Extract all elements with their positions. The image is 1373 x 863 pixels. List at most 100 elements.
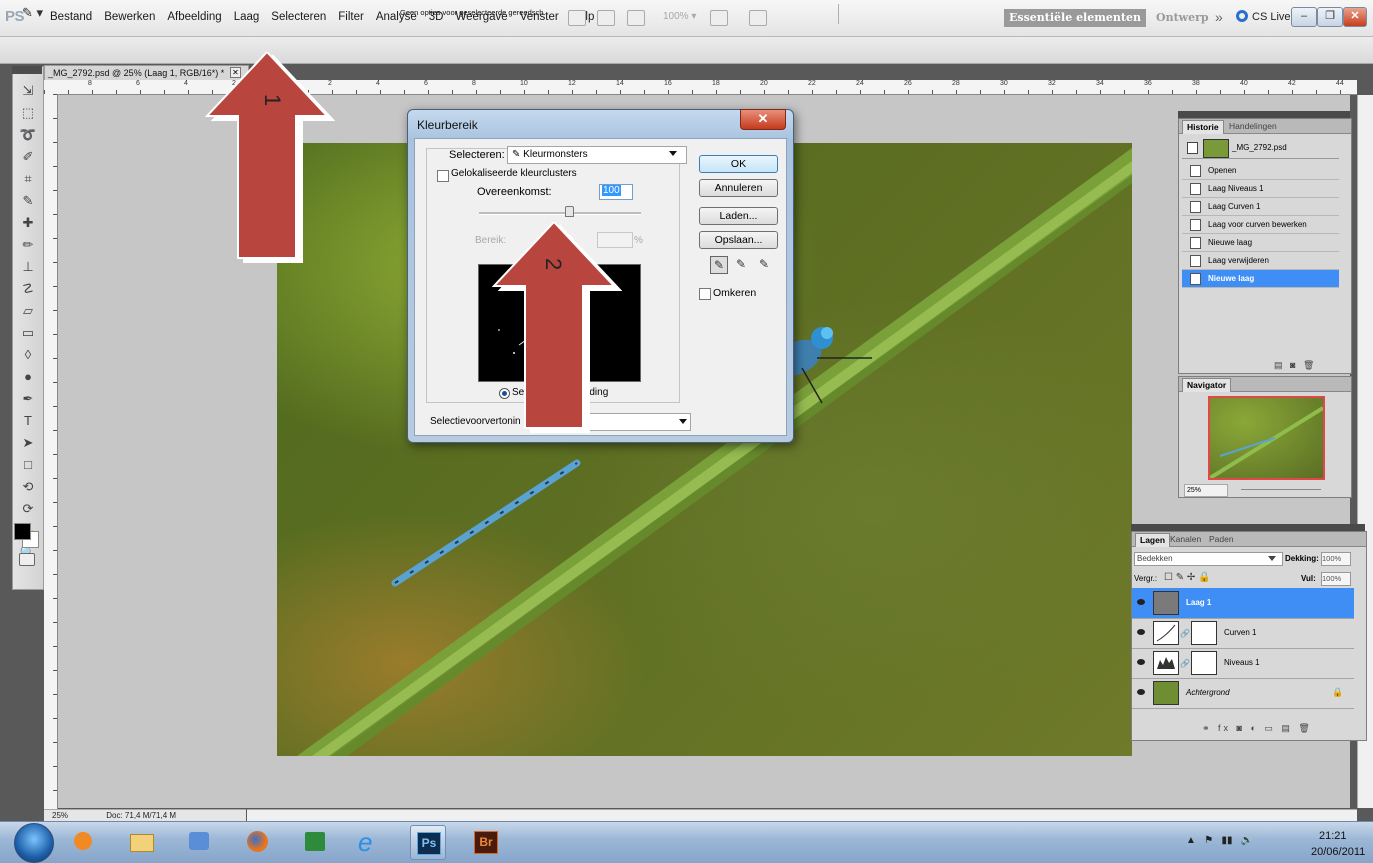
- restore-button[interactable]: ❐: [1317, 7, 1343, 27]
- tab-historie[interactable]: Historie: [1182, 120, 1224, 134]
- fill-input[interactable]: 100%: [1321, 572, 1351, 586]
- mini-bridge-icon[interactable]: [597, 10, 615, 26]
- zoom-level-dropdown[interactable]: 100% ▾: [663, 11, 696, 22]
- start-button[interactable]: [14, 823, 54, 863]
- invert-checkbox[interactable]: [699, 288, 711, 300]
- menu-bewerken[interactable]: Bewerken: [98, 11, 161, 23]
- visibility-eye-icon[interactable]: [1137, 689, 1145, 695]
- tab-navigator[interactable]: Navigator: [1182, 378, 1232, 392]
- blend-mode-dropdown[interactable]: Bedekken: [1134, 552, 1283, 566]
- history-brush-tool-icon[interactable]: ☡: [17, 279, 39, 298]
- taskbar-photo-gallery[interactable]: [182, 825, 216, 858]
- select-dropdown-arrow-icon[interactable]: [669, 151, 677, 156]
- history-panel-grip[interactable]: [1178, 111, 1350, 118]
- dodge-tool-icon[interactable]: ●: [17, 367, 39, 386]
- fuzziness-value[interactable]: 100: [602, 185, 621, 196]
- layer-row-curven-1[interactable]: 🔗 Curven 1: [1132, 618, 1354, 649]
- eyedropper-icon[interactable]: ✎: [710, 256, 728, 274]
- crop-tool-icon[interactable]: ⌗: [17, 169, 39, 188]
- shape-tool-icon[interactable]: □: [17, 455, 39, 474]
- navigator-thumbnail[interactable]: [1208, 396, 1325, 480]
- eyedropper-tool-icon[interactable]: ✎: [17, 191, 39, 210]
- menu-filter[interactable]: Filter: [332, 11, 370, 23]
- horizontal-scrollbar[interactable]: [247, 809, 1357, 821]
- ok-button[interactable]: OK: [699, 155, 778, 173]
- history-item[interactable]: Nieuwe laag: [1182, 234, 1339, 252]
- layer-mask-thumbnail[interactable]: [1191, 621, 1217, 645]
- status-zoom[interactable]: 25%: [52, 811, 68, 820]
- taskbar-photoshop[interactable]: Ps: [410, 825, 446, 860]
- taskbar-explorer[interactable]: [124, 825, 158, 858]
- gradient-tool-icon[interactable]: ▭: [17, 323, 39, 342]
- taskbar-excel[interactable]: [298, 825, 332, 858]
- layer-row-niveaus-1[interactable]: 🔗 Niveaus 1: [1132, 648, 1354, 679]
- menu-bestand[interactable]: Bestand: [44, 11, 98, 23]
- dialog-close-button[interactable]: ✕: [740, 109, 786, 130]
- lock-icons[interactable]: ☐ ✎ ✢ 🔒: [1164, 572, 1211, 583]
- visibility-eye-icon[interactable]: [1137, 629, 1145, 635]
- chain-link-icon[interactable]: 🔗: [1180, 659, 1190, 668]
- selection-preview-arrow-icon[interactable]: [679, 419, 687, 424]
- arrange-documents-icon[interactable]: [710, 10, 728, 26]
- localized-clusters-checkbox[interactable]: [437, 170, 449, 182]
- screen-mode-icon[interactable]: [749, 10, 767, 26]
- add-to-sample-icon[interactable]: ✎: [733, 256, 749, 272]
- tab-lagen[interactable]: Lagen: [1135, 533, 1171, 547]
- tab-kanalen[interactable]: Kanalen: [1166, 533, 1205, 546]
- workspace-essentials-button[interactable]: Essentiële elementen: [1004, 9, 1146, 27]
- workspace-design-button[interactable]: Ontwerp: [1156, 11, 1209, 24]
- history-item[interactable]: Laag Curven 1: [1182, 198, 1339, 216]
- visibility-eye-icon[interactable]: [1137, 599, 1145, 605]
- tab-handelingen[interactable]: Handelingen: [1225, 120, 1281, 133]
- clock-date[interactable]: 20/06/2011: [1311, 846, 1365, 858]
- chain-link-icon[interactable]: 🔗: [1180, 629, 1190, 638]
- pen-tool-icon[interactable]: ✒: [17, 389, 39, 408]
- history-snapshot[interactable]: _MG_2792.psd: [1182, 138, 1339, 159]
- taskbar-bridge[interactable]: Br: [468, 825, 502, 858]
- taskbar-media-player[interactable]: [66, 825, 100, 858]
- marquee-tool-icon[interactable]: ⬚: [17, 103, 39, 122]
- fuzziness-slider-thumb[interactable]: [565, 206, 575, 217]
- view-extras-icon[interactable]: [627, 10, 645, 26]
- eraser-tool-icon[interactable]: ▱: [17, 301, 39, 320]
- navigator-zoom[interactable]: 25%: [1184, 484, 1228, 497]
- fuzziness-slider-track[interactable]: [479, 212, 641, 215]
- move-tool-icon[interactable]: ⇲: [17, 81, 39, 100]
- workspace-more-button[interactable]: »: [1215, 9, 1223, 25]
- spot-healing-tool-icon[interactable]: ✚: [17, 213, 39, 232]
- foreground-color-front[interactable]: [14, 523, 31, 540]
- menu-afbeelding[interactable]: Afbeelding: [161, 11, 227, 23]
- select-dropdown[interactable]: ✎ Kleurmonsters: [507, 146, 687, 164]
- menu-laag[interactable]: Laag: [228, 11, 266, 23]
- tray-icons[interactable]: ▲ ⚑ ▮▮ 🔊: [1186, 835, 1253, 846]
- history-item[interactable]: Laag voor curven bewerken: [1182, 216, 1339, 234]
- history-item[interactable]: Laag verwijderen: [1182, 252, 1339, 270]
- quick-mask-icon[interactable]: [19, 553, 35, 566]
- layer-row-achtergrond[interactable]: Achtergrond 🔒: [1132, 678, 1354, 709]
- visibility-eye-icon[interactable]: [1137, 659, 1145, 665]
- 3d-rotate-tool-icon[interactable]: ⟲: [17, 477, 39, 496]
- brush-tool-icon[interactable]: ✏: [17, 235, 39, 254]
- blend-mode-arrow-icon[interactable]: [1268, 556, 1276, 561]
- history-item-selected[interactable]: Nieuwe laag: [1182, 270, 1339, 288]
- cancel-button[interactable]: Annuleren: [699, 179, 778, 197]
- opacity-input[interactable]: 100%: [1321, 552, 1351, 566]
- type-tool-icon[interactable]: T: [17, 411, 39, 430]
- tools-panel-grip[interactable]: [12, 66, 42, 74]
- layer-row-laag-1[interactable]: Laag 1: [1132, 588, 1354, 619]
- quick-selection-tool-icon[interactable]: ✐: [17, 147, 39, 166]
- history-footer-icons[interactable]: ▤ ◙ 🗑: [1274, 360, 1314, 371]
- tab-paden[interactable]: Paden: [1205, 533, 1238, 546]
- layer-mask-thumbnail[interactable]: [1191, 651, 1217, 675]
- layers-footer-icons[interactable]: ⚭ fx ◙ ◐ ▭ ▤ 🗑: [1202, 723, 1313, 734]
- taskbar-firefox[interactable]: [240, 825, 274, 858]
- lasso-tool-icon[interactable]: ➰: [17, 125, 39, 144]
- bridge-launch-icon[interactable]: [568, 10, 586, 26]
- path-selection-tool-icon[interactable]: ➤: [17, 433, 39, 452]
- subtract-from-sample-icon[interactable]: ✎: [756, 256, 772, 272]
- menu-selecteren[interactable]: Selecteren: [265, 11, 332, 23]
- 3d-orbit-tool-icon[interactable]: ⟳: [17, 499, 39, 518]
- clock-time[interactable]: 21:21: [1319, 830, 1347, 842]
- clone-stamp-tool-icon[interactable]: ⊥: [17, 257, 39, 276]
- layers-panel-grip[interactable]: [1131, 524, 1365, 531]
